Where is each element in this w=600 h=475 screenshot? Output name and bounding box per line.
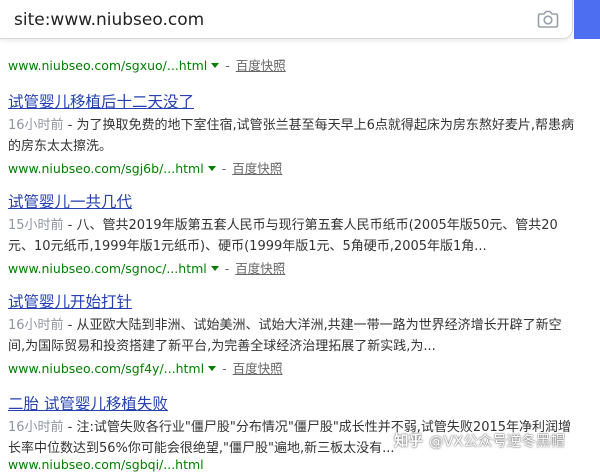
kuaizhao-link[interactable]: 百度快照 [232, 161, 282, 176]
search-bar [0, 0, 600, 40]
camera-icon[interactable] [537, 9, 559, 29]
search-result: 试管婴儿移植后十二天没了 16小时前 - 为了换取免费的地下室住宿,试管张兰甚至… [8, 91, 578, 179]
result-url[interactable]: www.niubseo.com/sgbqi/...html [8, 455, 204, 475]
result-time: 16小时前 [8, 420, 64, 435]
search-result: 试管婴儿开始打针 16小时前 - 从亚欧大陆到非洲、试始美洲、试始大洋洲,共建一… [8, 291, 578, 379]
top-result-url-line: www.niubseo.com/sgxuo/...html - 百度快照 [8, 58, 286, 73]
result-time: 16小时前 [8, 118, 64, 133]
kuaizhao-link[interactable]: 百度快照 [235, 261, 285, 276]
search-result: 试管婴儿一共几代 15小时前 - 八、管共2019年版第五套人民币与现行第五套人… [8, 191, 578, 279]
zhihu-logo: 知乎 [394, 434, 423, 450]
result-title[interactable]: 试管婴儿移植后十二天没了 [8, 91, 578, 113]
search-box [0, 0, 573, 39]
dropdown-caret-icon[interactable] [208, 366, 217, 371]
result-snippet: 16小时前 - 为了换取免费的地下室住宿,试管张兰甚至每天早上6点就得起床为房东… [8, 118, 575, 154]
result-url[interactable]: www.niubseo.com/sgnoc/...html [8, 261, 207, 276]
result-time: 16小时前 [8, 318, 64, 333]
dropdown-caret-icon[interactable] [211, 63, 220, 68]
result-time: 15小时前 [8, 218, 64, 233]
kuaizhao-link[interactable]: 百度快照 [236, 58, 286, 73]
dropdown-caret-icon[interactable] [210, 266, 219, 271]
result-title[interactable]: 试管婴儿开始打针 [8, 291, 578, 313]
search-button[interactable] [574, 0, 600, 39]
dropdown-caret-icon[interactable] [207, 166, 216, 171]
result-url[interactable]: www.niubseo.com/sgf4y/...html [8, 361, 204, 376]
result-snippet: 16小时前 - 从亚欧大陆到非洲、试始美洲、试始大洋洲,共建一带一路为世界经济增… [8, 318, 562, 354]
kuaizhao-link[interactable]: 百度快照 [233, 361, 283, 376]
watermark-text: @VX公众号逆冬黑帽 [429, 434, 565, 450]
watermark: 知乎 @VX公众号逆冬黑帽 [394, 430, 565, 451]
result-url[interactable]: www.niubseo.com/sgj6b/...html [8, 161, 204, 176]
search-input[interactable] [12, 7, 516, 33]
result-snippet: 15小时前 - 八、管共2019年版第五套人民币与现行第五套人民币纸币(2005… [8, 218, 558, 254]
result-title[interactable]: 试管婴儿一共几代 [8, 191, 578, 213]
result-title[interactable]: 二胎 试管婴儿移植失败 [8, 393, 578, 415]
result-url[interactable]: www.niubseo.com/sgxuo/...html [8, 58, 207, 73]
